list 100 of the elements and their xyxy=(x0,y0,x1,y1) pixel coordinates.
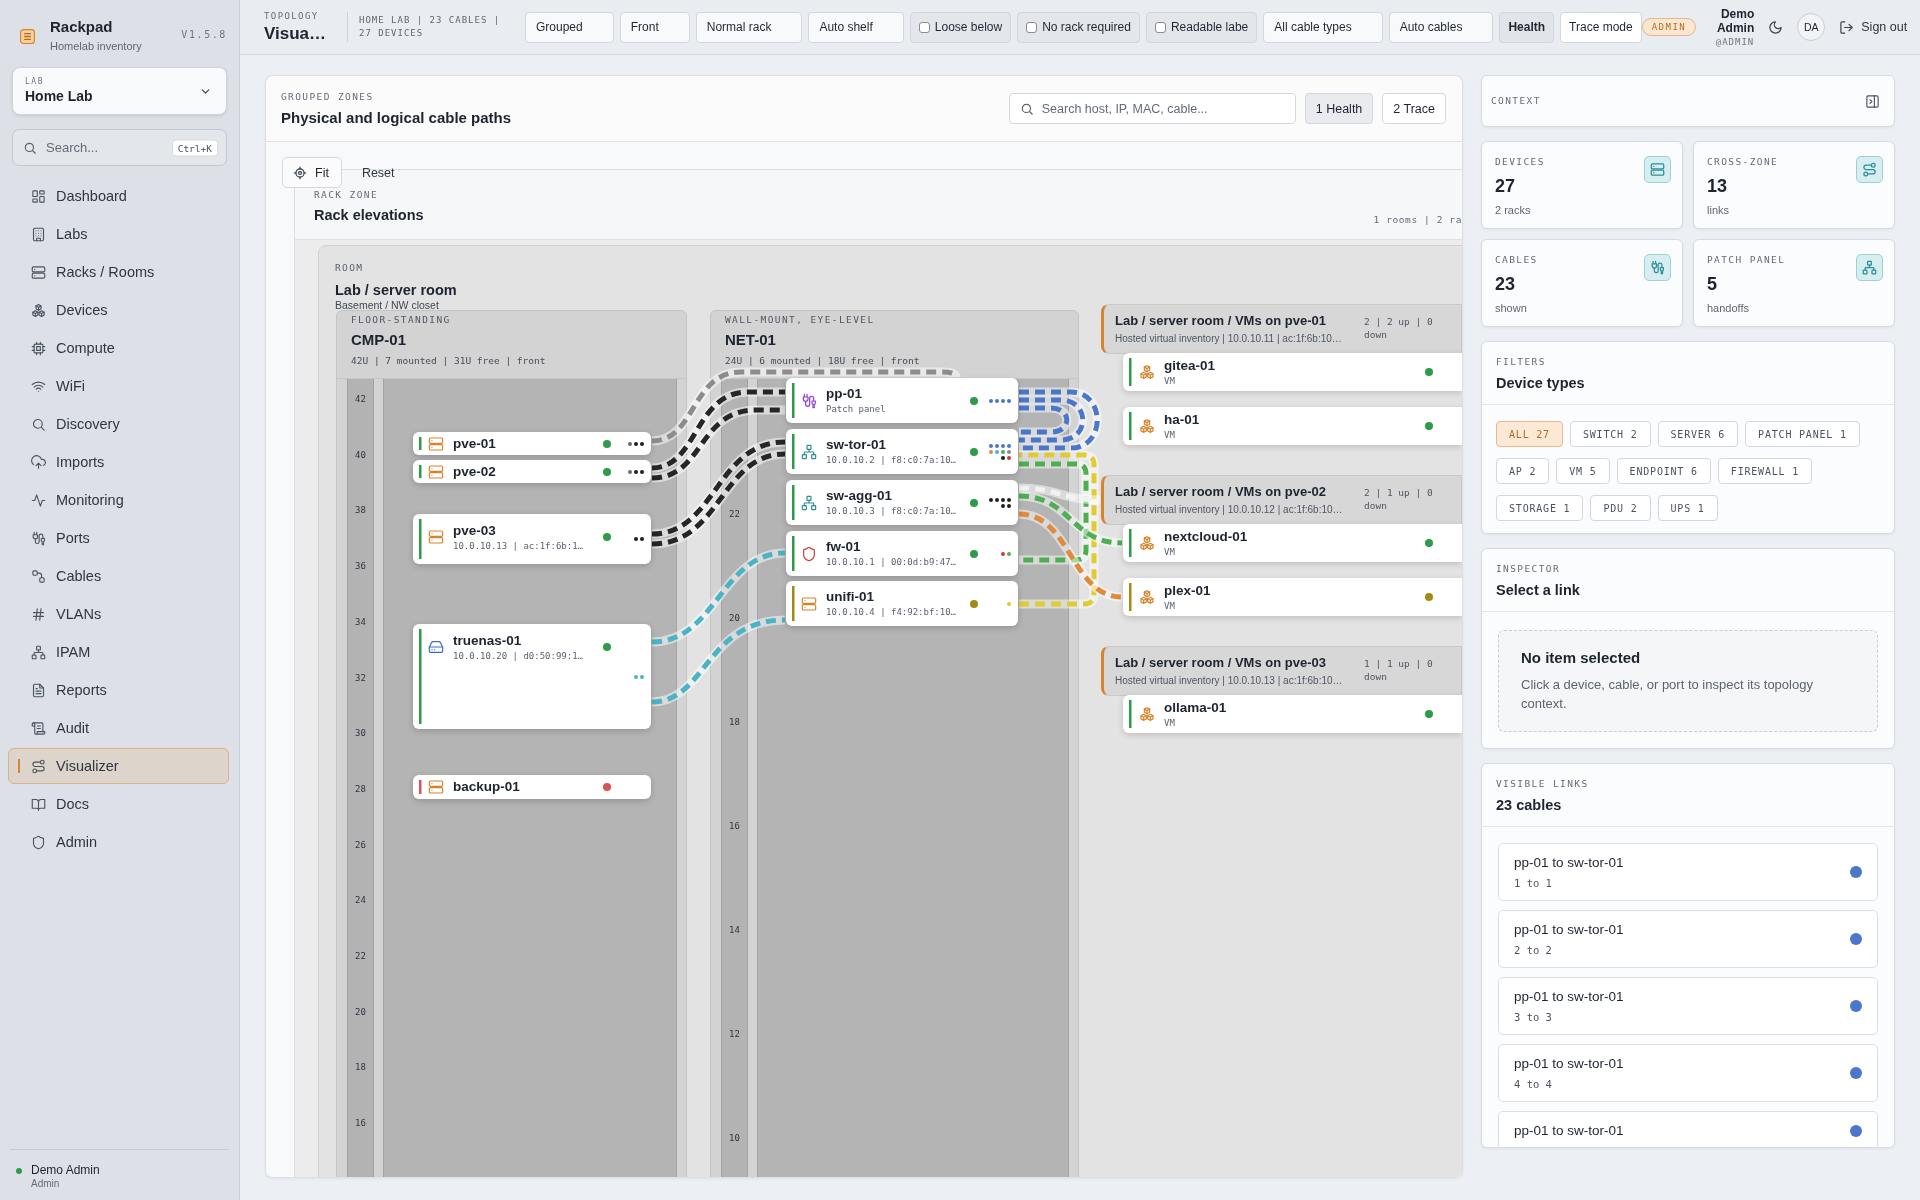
fit-button[interactable]: Fit xyxy=(282,157,342,188)
dropdown[interactable]: Front xyxy=(619,11,690,43)
device-card[interactable]: pp-01 Patch panel xyxy=(786,378,1018,423)
filter-chip[interactable]: UPS 1 xyxy=(1657,495,1718,521)
filter-chip[interactable]: SWITCH 2 xyxy=(1569,421,1651,447)
port-dot-icon[interactable] xyxy=(1007,455,1011,460)
nav-item[interactable]: Labs xyxy=(8,216,229,252)
shortcut-button[interactable]: 1 Health xyxy=(1304,93,1374,124)
nav-item[interactable]: Monitoring xyxy=(8,482,229,518)
filter-chip[interactable]: PDU 2 xyxy=(1590,495,1651,521)
filter-chip[interactable]: VM 5 xyxy=(1556,458,1610,484)
filter-chip[interactable]: FIREWALL 1 xyxy=(1717,458,1813,484)
device-card[interactable]: pve-03 10.0.10.13 | ac:1f:6b:1… xyxy=(413,514,651,564)
moon-icon[interactable] xyxy=(1768,19,1784,35)
port-dot-icon[interactable] xyxy=(1001,449,1005,454)
port-dot-icon[interactable] xyxy=(1007,551,1011,556)
nav-item[interactable]: Racks / Rooms xyxy=(8,254,229,290)
cable-path[interactable] xyxy=(651,405,785,483)
nav-item[interactable]: Devices xyxy=(8,292,229,328)
nav-item[interactable]: IPAM xyxy=(8,634,229,670)
nav-item[interactable]: Reports xyxy=(8,672,229,708)
port-dot-icon[interactable] xyxy=(995,449,999,454)
link-item[interactable]: pp-01 to sw-tor-01 3 to 3 xyxy=(1498,977,1878,1035)
filter-chip[interactable]: ALL 27 xyxy=(1496,421,1563,447)
nav-item[interactable]: WiFi xyxy=(8,368,229,404)
dropdown[interactable]: Auto cables xyxy=(1388,11,1494,43)
nav-item[interactable]: Ports xyxy=(8,520,229,556)
port-dot-icon[interactable] xyxy=(1001,503,1005,508)
nav-item[interactable]: Visualizer xyxy=(8,748,229,784)
port-dot-icon[interactable] xyxy=(634,469,638,474)
port-dot-icon[interactable] xyxy=(1007,497,1011,502)
device-card[interactable]: fw-01 10.0.10.1 | 00:0d:b9:47… xyxy=(786,531,1018,576)
reset-button[interactable]: Reset xyxy=(359,161,397,184)
device-card[interactable]: nextcloud-01 VM xyxy=(1123,524,1462,562)
port-dot-icon[interactable] xyxy=(1001,497,1005,502)
device-card[interactable]: truenas-01 10.0.10.20 | d0:50:99:1… xyxy=(413,624,651,729)
shortcut-button[interactable]: 2 Trace xyxy=(1382,93,1446,124)
port-dot-icon[interactable] xyxy=(1007,601,1011,606)
device-card[interactable]: ha-01 VM xyxy=(1123,407,1462,445)
filter-chip[interactable]: SERVER 6 xyxy=(1657,421,1739,447)
filter-chip[interactable]: STORAGE 1 xyxy=(1496,495,1584,521)
port-dot-icon[interactable] xyxy=(1007,503,1011,508)
port-dot-icon[interactable] xyxy=(995,497,999,502)
dropdown[interactable]: Auto shelf xyxy=(808,11,904,43)
toggle-button[interactable]: Trace mode xyxy=(1560,11,1642,43)
port-dot-icon[interactable] xyxy=(1007,398,1011,403)
device-card[interactable]: plex-01 VM xyxy=(1123,578,1462,616)
link-item[interactable]: pp-01 to sw-tor-01 2 to 2 xyxy=(1498,910,1878,968)
port-dot-icon[interactable] xyxy=(634,674,638,679)
device-card[interactable]: ollama-01 VM xyxy=(1123,695,1462,733)
avatar[interactable]: DA xyxy=(1797,13,1826,41)
nav-item[interactable]: VLANs xyxy=(8,596,229,632)
link-item[interactable]: pp-01 to sw-tor-01 4 to 4 xyxy=(1498,1044,1878,1102)
nav-item[interactable]: Admin xyxy=(8,824,229,860)
port-dot-icon[interactable] xyxy=(640,674,644,679)
sign-out-button[interactable]: Sign out xyxy=(1839,19,1908,35)
nav-item[interactable]: Docs xyxy=(8,786,229,822)
checkbox[interactable] xyxy=(1154,21,1166,33)
port-dot-icon[interactable] xyxy=(995,443,999,448)
port-dot-icon[interactable] xyxy=(1001,443,1005,448)
port-dot-icon[interactable] xyxy=(634,441,638,446)
filter-chip[interactable]: AP 2 xyxy=(1496,458,1550,484)
nav-item[interactable]: Compute xyxy=(8,330,229,366)
nav-item[interactable]: Discovery xyxy=(8,406,229,442)
dropdown[interactable]: Grouped xyxy=(525,11,614,43)
filter-chip[interactable]: PATCH PANEL 1 xyxy=(1745,421,1860,447)
link-item[interactable]: pp-01 to sw-tor-01 1 to 1 xyxy=(1498,843,1878,901)
device-card[interactable]: unifi-01 10.0.10.4 | f4:92:bf:10… xyxy=(786,581,1018,626)
port-dot-icon[interactable] xyxy=(1007,443,1011,448)
toggle-button[interactable]: Health xyxy=(1499,11,1555,43)
port-dot-icon[interactable] xyxy=(634,537,638,541)
link-item[interactable]: pp-01 to sw-tor-01 xyxy=(1498,1111,1878,1147)
port-dot-icon[interactable] xyxy=(1001,455,1005,460)
port-dot-icon[interactable] xyxy=(995,398,999,403)
cable-path[interactable] xyxy=(651,437,786,539)
port-dot-icon[interactable] xyxy=(1001,398,1005,403)
port-dot-icon[interactable] xyxy=(989,497,993,502)
cable-path[interactable] xyxy=(651,387,785,473)
port-dot-icon[interactable] xyxy=(628,469,632,474)
port-dot-icon[interactable] xyxy=(640,469,644,474)
device-card[interactable]: sw-agg-01 10.0.10.3 | f8:c0:7a:10… xyxy=(786,480,1018,525)
collapse-panel-icon[interactable] xyxy=(1865,93,1880,109)
port-dot-icon[interactable] xyxy=(1007,449,1011,454)
nav-item[interactable]: Dashboard xyxy=(8,178,229,214)
device-card[interactable]: backup-01 xyxy=(413,775,651,799)
device-card[interactable]: sw-tor-01 10.0.10.2 | f8:c0:7a:10… xyxy=(786,429,1018,474)
search-field[interactable]: Search host, IP, MAC, cable... xyxy=(1008,93,1296,124)
device-card[interactable]: gitea-01 VM xyxy=(1123,353,1462,391)
device-card[interactable]: pve-01 xyxy=(413,432,651,455)
port-dot-icon[interactable] xyxy=(989,449,993,454)
port-dot-icon[interactable] xyxy=(628,441,632,446)
cable-path[interactable] xyxy=(651,449,786,549)
port-dot-icon[interactable] xyxy=(640,441,644,446)
port-dot-icon[interactable] xyxy=(989,443,993,448)
port-dot-icon[interactable] xyxy=(989,398,993,403)
checkbox[interactable] xyxy=(918,21,930,33)
checkbox[interactable] xyxy=(1026,21,1038,33)
dropdown[interactable]: All cable types xyxy=(1263,11,1383,43)
port-dot-icon[interactable] xyxy=(1001,551,1005,556)
dropdown[interactable]: Normal rack xyxy=(695,11,803,43)
